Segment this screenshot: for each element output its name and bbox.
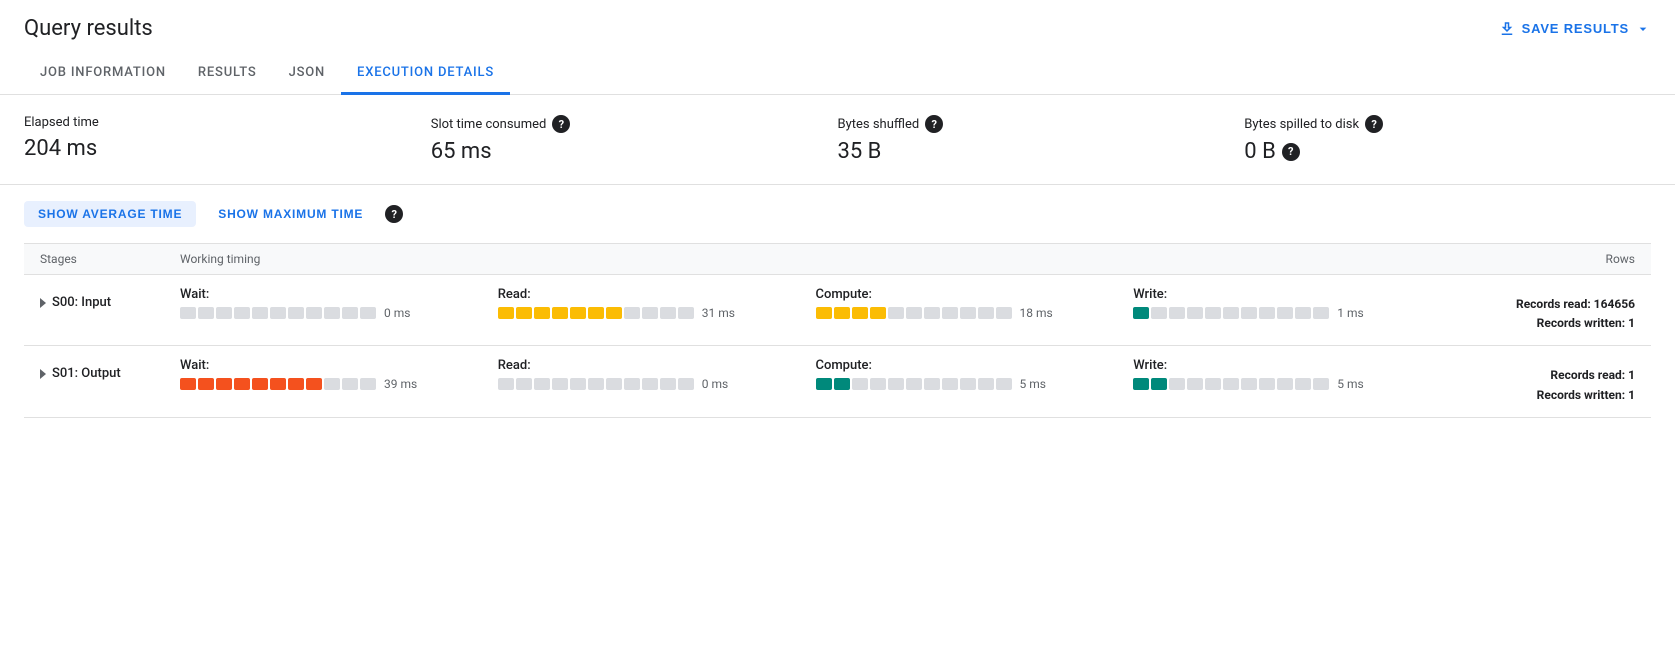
- expand-chevron-icon[interactable]: [40, 298, 46, 308]
- toggle-buttons: SHOW AVERAGE TIME SHOW MAXIMUM TIME ?: [24, 201, 1651, 227]
- timing-block-1-2: Compute:5 ms: [816, 358, 1118, 391]
- bytes-spilled-help-icon-label[interactable]: ?: [1365, 115, 1383, 133]
- stage-name-1: S01: Output: [40, 358, 180, 381]
- save-results-button[interactable]: SAVE RESULTS: [1498, 20, 1651, 38]
- timing-block-1-3: Write:5 ms: [1133, 358, 1435, 391]
- metric-bytes-shuffled-value: 35 B: [838, 139, 882, 164]
- chevron-down-icon: [1635, 21, 1651, 37]
- metric-bytes-spilled-label: Bytes spilled to disk: [1244, 117, 1359, 132]
- bytes-shuffled-help-icon[interactable]: ?: [925, 115, 943, 133]
- stage-name-0: S00: Input: [40, 287, 180, 310]
- metric-bytes-spilled-value: 0 B: [1244, 139, 1276, 164]
- bar-container: [1133, 378, 1329, 390]
- stages-header: Stages Working timing Rows: [24, 243, 1651, 275]
- timing-block-0-0: Wait:0 ms: [180, 287, 482, 320]
- tab-job-information[interactable]: JOB INFORMATION: [24, 53, 182, 95]
- slot-time-help-icon[interactable]: ?: [552, 115, 570, 133]
- metric-bytes-shuffled: Bytes shuffled ? 35 B: [838, 115, 1245, 164]
- col-working-header: Working timing: [180, 252, 1435, 266]
- stage-row: S00: InputWait:0 ms Read:31 ms Compute:18 …: [24, 275, 1651, 346]
- timing-help-icon[interactable]: ?: [385, 205, 403, 223]
- tabs-bar: JOB INFORMATION RESULTS JSON EXECUTION D…: [0, 53, 1675, 95]
- download-icon: [1498, 20, 1516, 38]
- col-stages-header: Stages: [40, 252, 180, 266]
- tab-results[interactable]: RESULTS: [182, 53, 273, 95]
- timing-block-0-3: Write:1 ms: [1133, 287, 1435, 320]
- save-results-label: SAVE RESULTS: [1522, 21, 1629, 36]
- timing-block-0-2: Compute:18 ms: [816, 287, 1118, 320]
- show-maximum-time-button[interactable]: SHOW MAXIMUM TIME: [204, 201, 377, 227]
- stage-rows-info-0: Records read: 164656Records written: 1: [1435, 287, 1635, 333]
- bar-container: [180, 378, 376, 390]
- expand-chevron-icon[interactable]: [40, 369, 46, 379]
- bar-container: [1133, 307, 1329, 319]
- bar-container: [816, 378, 1012, 390]
- metric-slot-label: Slot time consumed: [431, 117, 547, 132]
- tab-json[interactable]: JSON: [273, 53, 341, 95]
- timing-section: SHOW AVERAGE TIME SHOW MAXIMUM TIME ? St…: [0, 185, 1675, 434]
- bytes-spilled-help-icon[interactable]: ?: [1282, 143, 1300, 161]
- bar-container: [816, 307, 1012, 319]
- metric-elapsed-label: Elapsed time: [24, 115, 99, 130]
- bar-container: [498, 378, 694, 390]
- stages-container: S00: InputWait:0 ms Read:31 ms Compute:18 …: [24, 275, 1651, 418]
- tab-execution-details[interactable]: EXECUTION DETAILS: [341, 53, 510, 95]
- bar-container: [498, 307, 694, 319]
- col-rows-header: Rows: [1435, 252, 1635, 266]
- timing-block-1-1: Read:0 ms: [498, 358, 800, 391]
- stage-row: S01: OutputWait:39 ms Read:0 ms Compute:5 …: [24, 346, 1651, 417]
- metric-bytes-shuffled-label: Bytes shuffled: [838, 117, 920, 132]
- metrics-bar: Elapsed time 204 ms Slot time consumed ?…: [0, 95, 1675, 185]
- timing-block-1-0: Wait:39 ms: [180, 358, 482, 391]
- metric-elapsed-value: 204 ms: [24, 136, 97, 161]
- timing-block-0-1: Read:31 ms: [498, 287, 800, 320]
- show-average-time-button[interactable]: SHOW AVERAGE TIME: [24, 201, 196, 227]
- metric-elapsed-time: Elapsed time 204 ms: [24, 115, 431, 164]
- stage-rows-info-1: Records read: 1Records written: 1: [1435, 358, 1635, 404]
- bar-container: [180, 307, 376, 319]
- metric-slot-value: 65 ms: [431, 139, 492, 164]
- metric-bytes-spilled: Bytes spilled to disk ? 0 B ?: [1244, 115, 1651, 164]
- metric-slot-time: Slot time consumed ? 65 ms: [431, 115, 838, 164]
- page-title: Query results: [24, 16, 153, 41]
